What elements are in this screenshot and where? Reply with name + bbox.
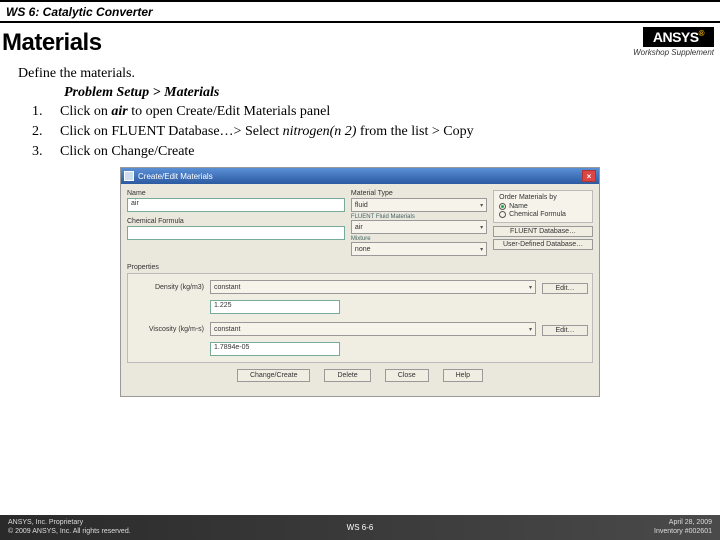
footer-right: April 28, 2009 Inventory #002601 (654, 519, 712, 536)
dialog-top-row: Name air Chemical Formula Material Type … (127, 190, 593, 256)
col-right: Order Materials by Name Chemical Formula… (493, 190, 593, 256)
dialog-buttons: Change/Create Delete Close Help (127, 363, 593, 390)
mtype-label: Material Type (351, 190, 487, 197)
create-edit-materials-dialog: Create/Edit Materials × Name air Chemica… (120, 167, 600, 397)
step-1: Click on air to open Create/Edit Materia… (46, 103, 704, 122)
viscosity-dropdown[interactable]: constant (210, 322, 536, 336)
copyright-text: © 2009 ANSYS, Inc. All rights reserved. (8, 528, 131, 536)
viscosity-value-input[interactable]: 1.7894e-05 (210, 342, 340, 356)
footer: ANSYS, Inc. Proprietary © 2009 ANSYS, In… (0, 515, 720, 540)
order-name-radio[interactable]: Name (499, 203, 587, 210)
topbar: WS 6: Catalytic Converter (0, 0, 720, 23)
dialog-body: Name air Chemical Formula Material Type … (121, 184, 599, 396)
header-row: Materials ANSYS® Workshop Supplement (0, 23, 720, 57)
steps-list: Click on air to open Create/Edit Materia… (46, 103, 704, 162)
footer-inventory: Inventory #002601 (654, 528, 712, 536)
properties-label: Properties (127, 264, 593, 271)
density-row: Density (kg/m3) constant Edit… (132, 280, 588, 294)
viscosity-label: Viscosity (kg/m-s) (132, 326, 204, 333)
density-value-input[interactable]: 1.225 (210, 300, 340, 314)
close-button[interactable]: Close (385, 369, 429, 382)
mix-dropdown[interactable]: none (351, 242, 487, 256)
help-button[interactable]: Help (443, 369, 483, 382)
fmat-dropdown[interactable]: air (351, 220, 487, 234)
change-create-button[interactable]: Change/Create (237, 369, 310, 382)
formula-input[interactable] (127, 226, 345, 240)
radio-icon (499, 203, 506, 210)
properties-box: Density (kg/m3) constant Edit… 1.225 Vis… (127, 273, 593, 363)
mtype-dropdown[interactable]: fluid (351, 198, 487, 212)
order-by-group: Order Materials by Name Chemical Formula (493, 190, 593, 223)
logo-text: ANSYS (653, 29, 699, 45)
col-left: Name air Chemical Formula (127, 190, 345, 256)
step-3: Click on Change/Create (46, 143, 704, 162)
order-label: Order Materials by (499, 194, 587, 201)
radio-icon (499, 211, 506, 218)
user-database-button[interactable]: User-Defined Database… (493, 239, 593, 250)
col-mid: Material Type fluid FLUENT Fluid Materia… (351, 190, 487, 256)
content: Define the materials. Problem Setup > Ma… (0, 57, 720, 161)
density-label: Density (kg/m3) (132, 284, 204, 291)
dialog-title: Create/Edit Materials (138, 172, 213, 181)
name-input[interactable]: air (127, 198, 345, 212)
intro-text: Define the materials. (18, 65, 704, 84)
reg-mark: ® (699, 29, 704, 38)
fluent-database-button[interactable]: FLUENT Database… (493, 226, 593, 237)
density-dropdown[interactable]: constant (210, 280, 536, 294)
dialog-titlebar: Create/Edit Materials × (121, 168, 599, 184)
viscosity-edit-button[interactable]: Edit… (542, 325, 588, 336)
slide-title: Materials (2, 29, 102, 57)
ansys-logo: ANSYS® (643, 27, 714, 47)
footer-page: WS 6-6 (347, 523, 374, 532)
close-icon[interactable]: × (582, 170, 596, 182)
footer-left: ANSYS, Inc. Proprietary © 2009 ANSYS, In… (8, 519, 131, 536)
name-label: Name (127, 190, 345, 197)
delete-button[interactable]: Delete (324, 369, 370, 382)
dialog-icon (124, 171, 134, 181)
formula-label: Chemical Formula (127, 218, 345, 225)
footer-date: April 28, 2009 (654, 519, 712, 527)
topbar-title: WS 6: Catalytic Converter (6, 5, 153, 19)
viscosity-row: Viscosity (kg/m-s) constant Edit… (132, 322, 588, 336)
dialog-wrap: Create/Edit Materials × Name air Chemica… (0, 167, 720, 397)
logo-area: ANSYS® Workshop Supplement (633, 27, 714, 57)
step-2: Click on FLUENT Database…> Select nitrog… (46, 123, 704, 142)
problem-path: Problem Setup > Materials (64, 84, 704, 103)
order-formula-radio[interactable]: Chemical Formula (499, 211, 587, 218)
workshop-supplement: Workshop Supplement (633, 48, 714, 57)
proprietary-text: ANSYS, Inc. Proprietary (8, 519, 131, 527)
density-edit-button[interactable]: Edit… (542, 283, 588, 294)
